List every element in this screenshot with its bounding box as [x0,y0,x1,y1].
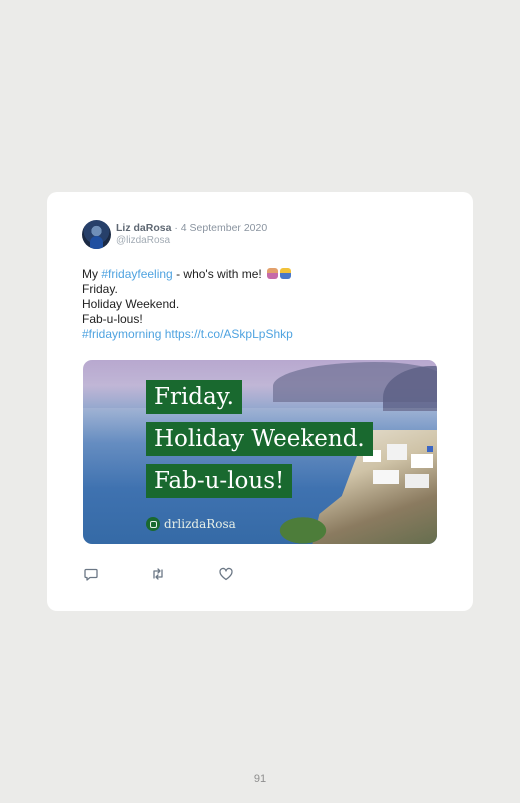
image-watermark: drlizdaRosa [146,517,236,531]
retweet-icon[interactable] [150,566,166,582]
like-icon[interactable] [218,566,234,582]
instagram-icon [146,517,160,531]
page-number: 91 [253,773,267,785]
watermark-text: drlizdaRosa [164,517,236,531]
person-raising-hand-emoji-icon [280,268,292,279]
avatar[interactable] [82,220,111,249]
tweet-line-2: Friday. [82,282,118,296]
tweet-line-1: My #fridayfeeling - who's with me! [82,267,293,282]
tweet-line-4: Fab-u-lous! [82,312,143,326]
tweet-card: Liz daRosa · 4 September 2020 @lizdaRosa… [47,192,473,611]
greenery [279,510,339,544]
tweet-header: Liz daRosa · 4 September 2020 [116,222,267,234]
image-banner-line-3: Fab-u-lous! [146,464,293,498]
hashtag-fridaymorning[interactable]: #fridaymorning [82,327,161,341]
tweet-text-segment: My [82,267,102,281]
tweet-text: My #fridayfeeling - who's with me! Frida… [82,267,293,342]
tweet-line-5: #fridaymorning https://t.co/ASkpLpShkp [82,327,293,342]
author-name[interactable]: Liz daRosa [116,222,171,234]
tweet-date[interactable]: 4 September 2020 [181,222,267,234]
header-separator: · [171,222,181,234]
tweet-text-segment: - who's with me! [172,267,266,281]
reply-icon[interactable] [83,566,99,582]
woman-raising-hand-emoji-icon [267,268,279,279]
tweet-image[interactable]: Friday. Holiday Weekend. Fab-u-lous! drl… [83,360,437,544]
author-handle[interactable]: @lizdaRosa [116,235,170,246]
image-banner-line-1: Friday. [146,380,242,414]
hashtag-fridayfeeling[interactable]: #fridayfeeling [101,267,172,281]
tweet-link[interactable]: https://t.co/ASkpLpShkp [165,327,293,341]
tweet-line-3: Holiday Weekend. [82,297,180,311]
image-banner-line-2: Holiday Weekend. [146,422,373,456]
